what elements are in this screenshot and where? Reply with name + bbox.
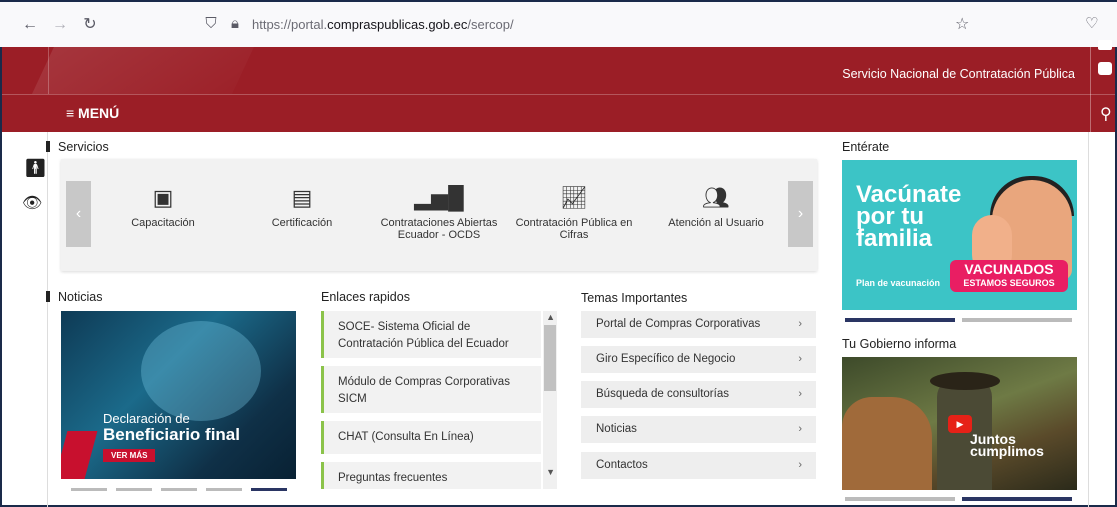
plan-logo: Plan de vacunación [856,278,941,288]
topic-link[interactable]: Búsqueda de consultorías › [581,381,816,408]
menu-button[interactable]: ≡ MENÚ [66,105,119,121]
site-header: Servicio Nacional de Contratación Públic… [2,47,1115,141]
line-chart-icon: 📈︎ [560,185,588,210]
slide-dot[interactable] [161,488,197,491]
menu-bar: ≡ MENÚ ⚲ [2,47,1115,132]
bar-chart-icon: ▂▅█ [414,185,464,210]
ver-mas-button[interactable]: VER MÁS [103,449,156,462]
scroll-up-icon[interactable]: ▲ [546,312,555,322]
banner-indicator[interactable] [962,318,1072,322]
scrollbar-thumb[interactable] [544,325,556,391]
service-item[interactable]: 👥︎ Atención al Usuario [651,159,781,271]
reload-icon[interactable]: ↻ [80,15,100,35]
back-icon[interactable]: ← [20,15,40,35]
services-carousel: ‹ ▣ Capacitación ▤ Certificación ▂▅█ Con… [61,159,817,271]
users-icon: 👥︎ [702,185,730,210]
carousel-next-button[interactable]: › [788,181,813,247]
news-heading: Noticias [46,290,102,304]
eye-icon[interactable]: 👁︎ [22,193,42,213]
url-text[interactable]: https://portal.compraspublicas.gob.ec/se… [252,17,514,32]
vaccinated-badge: VACUNADOS ESTAMOS SEGUROS [950,260,1068,292]
service-item[interactable]: ▤ Certificación [237,159,367,271]
browser-toolbar: ← → ↻ ⛉ 🔒︎ https://portal.compraspublica… [0,0,1117,47]
slide-dot[interactable] [206,488,242,491]
certificate-icon: ▤ [291,185,313,210]
shield-icon[interactable]: ⛉ [202,15,220,33]
chevron-right-icon: › [798,318,802,330]
slide-dot-active[interactable] [251,488,287,491]
slide-dot[interactable] [71,488,107,491]
topic-link[interactable]: Noticias › [581,416,816,443]
topic-link[interactable]: Contactos › [581,452,816,479]
site-name[interactable]: Servicio Nacional de Contratación Públic… [842,67,1075,81]
services-heading: Servicios [46,140,109,154]
pocket-icon[interactable]: ♡ [1085,14,1098,32]
banner-indicator-active[interactable] [845,318,955,322]
video-indicator-active[interactable] [962,497,1072,501]
service-item[interactable]: 📈︎ Contratación Pública en Cifras [509,159,639,271]
side-tool-icon[interactable] [1098,40,1112,50]
play-icon[interactable]: ▶ [948,415,972,433]
topic-link[interactable]: Giro Específico de Negocio › [581,346,816,373]
chat-icon[interactable] [1098,62,1112,75]
lock-icon[interactable]: 🔒︎ [226,15,244,33]
quick-link[interactable]: CHAT (Consulta En Línea) [321,421,541,454]
bookmark-star-icon[interactable]: ☆ [955,14,969,34]
scroll-down-icon[interactable]: ▼ [546,467,555,477]
address-bar[interactable]: ⛉ 🔒︎ https://portal.compraspublicas.gob.… [196,11,996,39]
quick-link[interactable]: Módulo de Compras Corporativas SICM [321,366,541,413]
chevron-right-icon: › [798,388,802,400]
book-icon: ▣ [152,185,174,210]
enterate-heading: Entérate [842,140,890,154]
topic-link[interactable]: Portal de Compras Corporativas › [581,311,816,338]
news-slide[interactable]: Declaración de Beneficiario final VER MÁ… [61,311,296,479]
chevron-right-icon: › [798,423,802,435]
gov-info-heading: Tu Gobierno informa [842,337,957,351]
forward-icon[interactable]: → [50,15,70,35]
video-indicator[interactable] [845,497,955,501]
service-item[interactable]: ▂▅█ Contrataciones Abiertas Ecuador - OC… [369,159,509,271]
slide-dot[interactable] [116,488,152,491]
accessibility-icon[interactable]: 🚹︎ [24,158,47,179]
chevron-right-icon: › [798,459,802,471]
carousel-prev-button[interactable]: ‹ [66,181,91,247]
vaccination-banner[interactable]: Vacúnate por tu familia VACUNADOS ESTAMOS S… [842,160,1077,310]
search-icon[interactable]: ⚲ [1100,104,1112,124]
service-item[interactable]: ▣ Capacitación [98,159,228,271]
topics-heading: Temas Importantes [581,291,688,305]
quick-link[interactable]: SOCE- Sistema Oficial de Contratación Pú… [321,311,541,358]
quick-link[interactable]: Preguntas frecuentes [321,462,541,489]
links-heading: Enlaces rapidos [321,290,410,304]
video-thumbnail[interactable]: ▶ Juntos cumplimos [842,357,1077,490]
quick-links-list: SOCE- Sistema Oficial de Contratación Pú… [321,311,557,489]
chevron-right-icon: › [798,353,802,365]
